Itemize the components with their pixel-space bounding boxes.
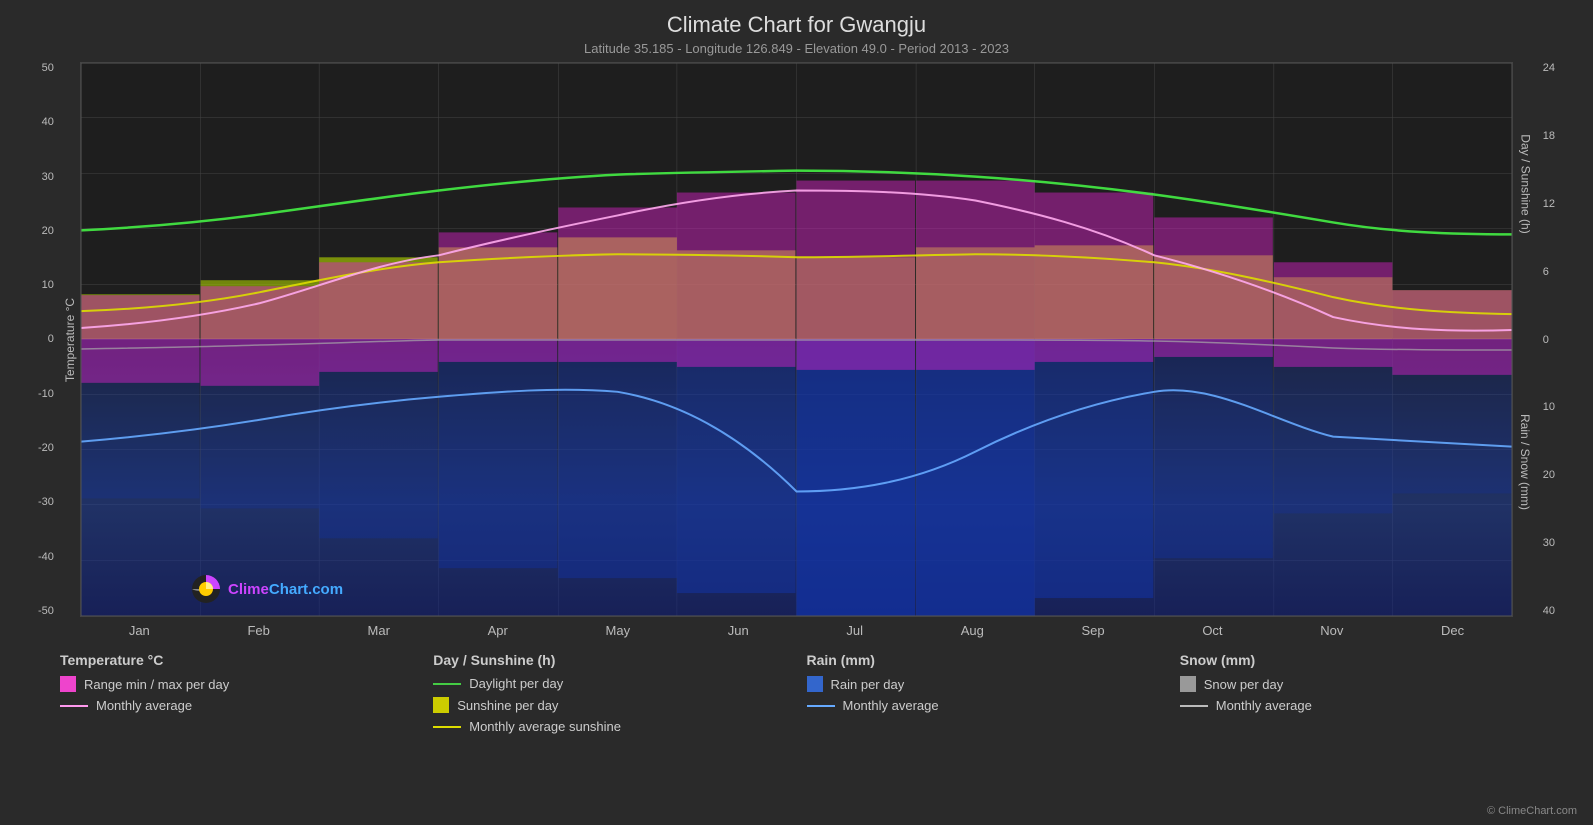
y-axis-left-label: Temperature °C: [63, 297, 77, 381]
legend-rain-avg: Monthly average: [807, 698, 1180, 713]
legend-daylight: Daylight per day: [433, 676, 806, 691]
month-aug: Aug: [961, 623, 984, 638]
snow-bar-label: Snow per day: [1204, 677, 1284, 692]
legend-temp-avg: Monthly average: [60, 698, 433, 713]
month-nov: Nov: [1320, 623, 1343, 638]
y-axis-left: 50 40 30 20 10 0 -10 -20 -30 -40 -50: [38, 62, 54, 617]
logo-bottom: ClimeChart.com: [190, 573, 343, 605]
legend-temp-title: Temperature °C: [60, 652, 433, 668]
month-mar: Mar: [368, 623, 390, 638]
month-sep: Sep: [1082, 623, 1105, 638]
main-svg-chart: [80, 62, 1513, 617]
legend-section: Temperature °C Range min / max per day M…: [0, 638, 1593, 740]
rain-swatch: [807, 676, 823, 692]
legend-col-rain: Rain (mm) Rain per day Monthly average: [807, 652, 1180, 740]
legend-rain-title: Rain (mm): [807, 652, 1180, 668]
logo-text-bottom: ClimeChart.com: [228, 581, 343, 598]
legend-col-temperature: Temperature °C Range min / max per day M…: [60, 652, 433, 740]
copyright: © ClimeChart.com: [1487, 805, 1577, 817]
daylight-line: [433, 683, 461, 685]
legend-snow-avg: Monthly average: [1180, 698, 1553, 713]
title-section: Climate Chart for Gwangju Latitude 35.18…: [0, 0, 1593, 56]
temp-range-label: Range min / max per day: [84, 677, 229, 692]
month-jun: Jun: [728, 623, 749, 638]
legend-rain-bar: Rain per day: [807, 676, 1180, 692]
rain-avg-label: Monthly average: [843, 698, 939, 713]
chart-wrapper: Temperature °C Day / Sunshine (h) Rain /…: [80, 62, 1513, 617]
month-feb: Feb: [247, 623, 269, 638]
month-dec: Dec: [1441, 623, 1464, 638]
logo-icon-bottom: [190, 573, 222, 605]
legend-snow-bar: Snow per day: [1180, 676, 1553, 692]
snow-avg-label: Monthly average: [1216, 698, 1312, 713]
rain-avg-line: [807, 705, 835, 707]
legend-col-snow: Snow (mm) Snow per day Monthly average: [1180, 652, 1553, 740]
chart-title: Climate Chart for Gwangju: [0, 12, 1593, 38]
y-axis-right-top-label: Day / Sunshine (h): [1518, 134, 1532, 233]
sunshine-avg-line: [433, 726, 461, 728]
legend-temp-range: Range min / max per day: [60, 676, 433, 692]
month-oct: Oct: [1202, 623, 1222, 638]
x-axis: Jan Feb Mar Apr May Jun Jul Aug Sep Oct …: [0, 617, 1593, 638]
rain-bar-label: Rain per day: [831, 677, 905, 692]
chart-subtitle: Latitude 35.185 - Longitude 126.849 - El…: [0, 41, 1593, 56]
snow-avg-line: [1180, 705, 1208, 707]
sunshine-avg-label: Monthly average sunshine: [469, 719, 621, 734]
y-axis-right: 24 18 12 6 0 10 20 30 40: [1543, 62, 1555, 617]
temp-range-swatch: [60, 676, 76, 692]
chart-container: Climate Chart for Gwangju Latitude 35.18…: [0, 0, 1593, 825]
sunshine-swatch: [433, 697, 449, 713]
legend-sunshine-bar: Sunshine per day: [433, 697, 806, 713]
month-apr: Apr: [488, 623, 508, 638]
legend-sunshine-avg: Monthly average sunshine: [433, 719, 806, 734]
temp-avg-line: [60, 705, 88, 707]
snow-swatch: [1180, 676, 1196, 692]
legend-snow-title: Snow (mm): [1180, 652, 1553, 668]
month-jul: Jul: [846, 623, 863, 638]
month-may: May: [606, 623, 631, 638]
y-axis-right-bottom-label: Rain / Snow (mm): [1518, 414, 1532, 510]
month-jan: Jan: [129, 623, 150, 638]
legend-sunshine-title: Day / Sunshine (h): [433, 652, 806, 668]
daylight-label: Daylight per day: [469, 676, 563, 691]
temp-avg-label: Monthly average: [96, 698, 192, 713]
legend-col-sunshine: Day / Sunshine (h) Daylight per day Suns…: [433, 652, 806, 740]
sunshine-bar-label: Sunshine per day: [457, 698, 558, 713]
